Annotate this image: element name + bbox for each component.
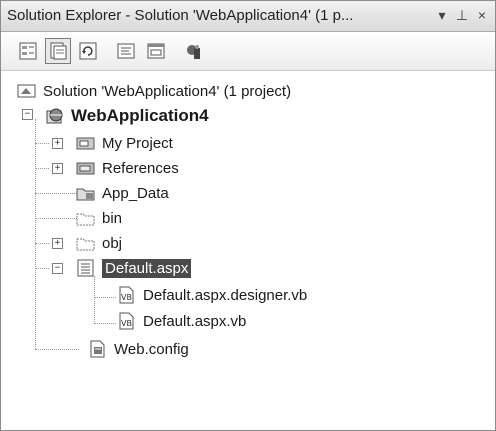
copy-website-icon (187, 45, 200, 59)
tree-node-references[interactable]: References (76, 156, 179, 180)
tree-node-label: bin (102, 209, 123, 227)
window-title: Solution Explorer - Solution 'WebApplica… (7, 7, 354, 24)
tree-connector (35, 349, 79, 350)
tree-connector (94, 297, 116, 298)
tree-node-my-project[interactable]: My Project (76, 131, 173, 155)
expander-collapsed-icon[interactable]: + (52, 163, 63, 174)
svg-text:VB: VB (121, 293, 132, 302)
tree-connector (94, 323, 116, 324)
tree-node-default-aspx-vb[interactable]: VB Default.aspx.vb (117, 309, 246, 333)
view-designer-icon (147, 43, 165, 59)
solution-icon (17, 82, 37, 100)
tree-node-label: Default.aspx.designer.vb (143, 286, 308, 304)
properties-icon (19, 42, 37, 60)
view-code-button[interactable] (113, 38, 139, 64)
tree-node-label: App_Data (102, 184, 169, 202)
folder-outline-icon (76, 234, 96, 252)
toolbar (1, 32, 495, 71)
refresh-icon (79, 42, 97, 60)
vb-file-icon: VB (117, 286, 137, 304)
my-project-icon (76, 134, 96, 152)
tree-node-label: Solution 'WebApplication4' (1 project) (43, 82, 292, 100)
tree-connector (35, 193, 79, 194)
svg-text:VB: VB (121, 319, 132, 328)
solution-explorer-window: Solution Explorer - Solution 'WebApplica… (0, 0, 496, 431)
auto-hide-pin-icon[interactable]: ⊥ (453, 6, 471, 24)
tree-node-web-config[interactable]: Web.config (88, 337, 189, 361)
tree-node-label: My Project (102, 134, 173, 152)
expander-expanded-icon[interactable]: − (22, 109, 33, 120)
solution-tree: Solution 'WebApplication4' (1 project) −… (1, 71, 495, 430)
expander-expanded-icon[interactable]: − (52, 263, 63, 274)
tree-node-solution[interactable]: Solution 'WebApplication4' (1 project) (17, 79, 291, 103)
tree-connector (94, 276, 95, 324)
tree-node-default-aspx-designer-vb[interactable]: VB Default.aspx.designer.vb (117, 283, 307, 307)
vb-file-icon: VB (117, 312, 137, 330)
references-icon (76, 159, 96, 177)
tree-node-label: References (102, 159, 179, 177)
view-code-icon (117, 43, 135, 59)
tree-connector (35, 168, 49, 169)
tree-connector (35, 243, 49, 244)
folder-outline-icon (76, 209, 96, 227)
tree-connector (35, 268, 49, 269)
tree-node-label: Default.aspx (102, 258, 192, 278)
config-file-icon (88, 340, 108, 358)
tree-node-label: WebApplication4 (71, 106, 209, 125)
tree-node-label: Web.config (114, 340, 189, 358)
tree-node-label: obj (102, 234, 123, 252)
expander-collapsed-icon[interactable]: + (52, 238, 63, 249)
aspx-page-icon (76, 259, 96, 277)
show-all-files-button[interactable] (45, 38, 71, 64)
web-project-icon (45, 107, 65, 125)
title-bar: Solution Explorer - Solution 'WebApplica… (1, 1, 495, 32)
tree-connector (35, 119, 36, 349)
close-icon[interactable]: × (473, 6, 491, 24)
window-position-dropdown-icon[interactable]: ▾ (433, 6, 451, 24)
tree-node-bin[interactable]: bin (76, 206, 122, 230)
tree-node-default-aspx[interactable]: Default.aspx (76, 256, 192, 280)
expander-collapsed-icon[interactable]: + (52, 138, 63, 149)
properties-button[interactable] (15, 38, 41, 64)
tree-node-project[interactable]: WebApplication4 (45, 104, 209, 128)
view-designer-button[interactable] (143, 38, 169, 64)
tree-connector (35, 218, 79, 219)
tree-node-label: Default.aspx.vb (143, 312, 247, 330)
folder-icon (76, 184, 96, 202)
tree-connector (35, 143, 49, 144)
refresh-button[interactable] (75, 38, 101, 64)
tree-node-app-data[interactable]: App_Data (76, 181, 169, 205)
tree-node-obj[interactable]: obj (76, 231, 122, 255)
show-all-files-icon (50, 42, 67, 60)
copy-website-button[interactable] (181, 38, 207, 64)
